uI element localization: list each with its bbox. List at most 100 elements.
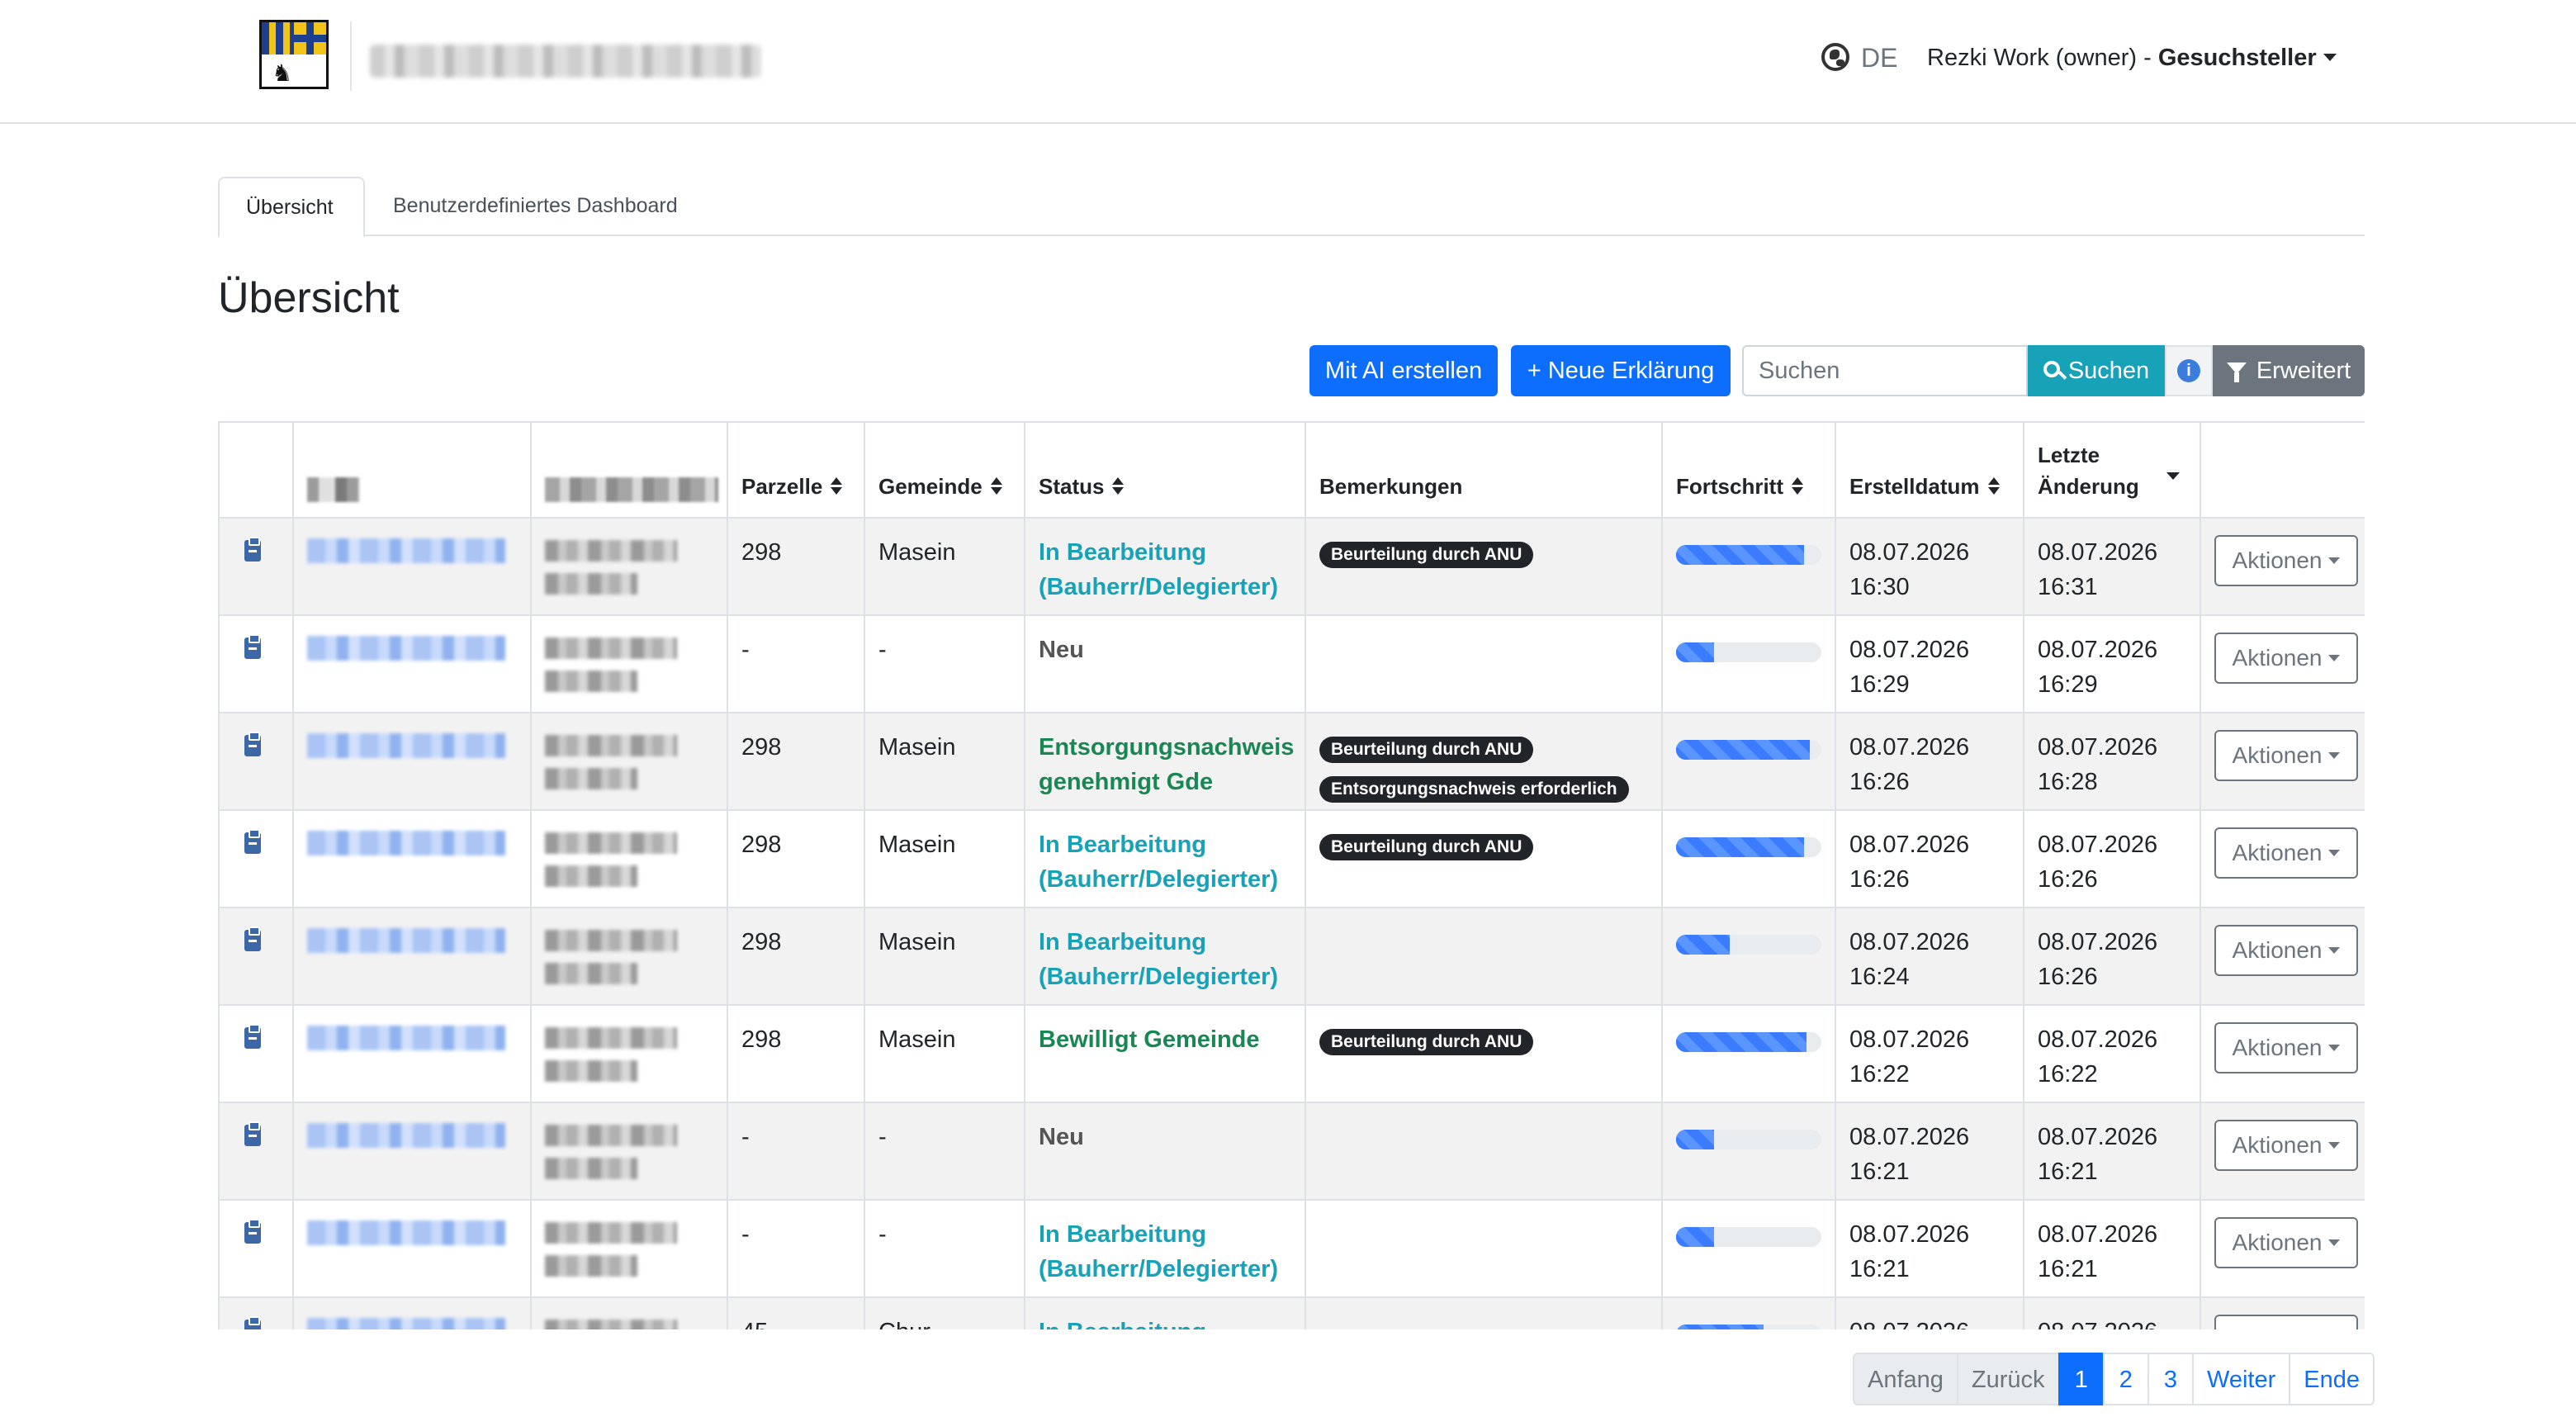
search-button-label: Suchen xyxy=(2067,358,2150,384)
status-line-1: In Bearbeitung xyxy=(1039,539,1207,566)
actions-dropdown-button[interactable]: Aktionen xyxy=(2214,633,2358,684)
user-menu[interactable]: Rezki Work (owner) - Gesuchsteller xyxy=(1927,41,2337,74)
page-last[interactable]: Ende xyxy=(2289,1353,2375,1405)
col-parzelle[interactable]: Parzelle xyxy=(727,421,865,519)
col-gemeinde[interactable]: Gemeinde xyxy=(864,421,1025,519)
actions-label: Aktionen xyxy=(2232,645,2323,671)
clipboard-icon[interactable] xyxy=(244,537,261,562)
clipboard-icon[interactable] xyxy=(244,1219,261,1244)
col-bemerkungen: Bemerkungen xyxy=(1305,421,1663,519)
clipboard-icon[interactable] xyxy=(244,926,261,951)
search-input[interactable]: Suchen xyxy=(1742,345,2028,396)
redacted-link[interactable] xyxy=(307,1026,505,1050)
redacted-text xyxy=(545,832,677,854)
status-line-1: Neu xyxy=(1039,637,1084,663)
canton-logo[interactable]: ♞ xyxy=(259,20,329,89)
cell-gemeinde: - xyxy=(864,614,1025,713)
cell-status: In Bearbeitung (Bauherr/Delegierter) xyxy=(1024,907,1306,1006)
cell-icon xyxy=(218,907,294,1006)
chevron-down-icon xyxy=(2328,751,2341,759)
col-bemerkungen-label: Bemerkungen xyxy=(1319,474,1463,499)
cell-bemerkungen xyxy=(1305,1199,1663,1298)
clipboard-icon[interactable] xyxy=(244,1024,261,1049)
redacted-link[interactable] xyxy=(307,831,505,855)
actions-label: Aktionen xyxy=(2233,1327,2323,1329)
redacted-link[interactable] xyxy=(307,733,505,758)
cell-icon xyxy=(218,712,294,811)
redacted-text xyxy=(545,1222,677,1244)
chevron-down-icon xyxy=(2328,1239,2341,1246)
progress-fill xyxy=(1676,545,1804,565)
redacted-link[interactable] xyxy=(307,1220,505,1245)
clipboard-icon[interactable] xyxy=(244,1316,261,1329)
globe-icon[interactable] xyxy=(1821,43,1849,71)
page-first[interactable]: Anfang xyxy=(1853,1353,1958,1405)
chevron-down-icon xyxy=(2328,557,2341,564)
cell-bemerkungen xyxy=(1305,1296,1663,1329)
cell-gemeinde: Masein xyxy=(864,517,1025,616)
actions-dropdown-button[interactable]: Aktionen xyxy=(2214,1217,2358,1268)
new-declaration-button[interactable]: + Neue Erklärung xyxy=(1511,345,1731,396)
page-2[interactable]: 2 xyxy=(2102,1353,2149,1405)
tab-custom-dashboard[interactable]: Benutzerdefiniertes Dashboard xyxy=(367,177,704,236)
page-prev[interactable]: Zurück xyxy=(1956,1353,2060,1405)
ibex-icon: ♞ xyxy=(272,60,293,86)
page-1[interactable]: 1 xyxy=(2057,1353,2105,1405)
clipboard-icon[interactable] xyxy=(244,829,261,854)
col-letzte-aenderung[interactable]: Letzte Änderung xyxy=(2023,421,2201,519)
page-next[interactable]: Weiter xyxy=(2191,1353,2291,1405)
actions-dropdown-button[interactable]: Aktionen xyxy=(2214,730,2358,781)
redacted-link[interactable] xyxy=(307,538,505,563)
tab-overview[interactable]: Übersicht xyxy=(218,177,365,238)
page-3[interactable]: 3 xyxy=(2147,1353,2194,1405)
actions-dropdown-button[interactable]: Aktionen xyxy=(2214,1315,2358,1329)
actions-dropdown-button[interactable]: Aktionen xyxy=(2214,827,2358,879)
col-fortschritt[interactable]: Fortschritt xyxy=(1661,421,1836,519)
actions-dropdown-button[interactable]: Aktionen xyxy=(2214,535,2358,586)
changed-2: 16:26 xyxy=(2038,964,2098,990)
cell-redacted-text xyxy=(530,1102,728,1201)
table-row: - - Neu 08.07.2026 16:21 08.07.2026 16:21 Aktio… xyxy=(218,1102,2365,1201)
extended-filter-button[interactable]: Erweitert xyxy=(2213,345,2365,396)
search-info-button[interactable]: i xyxy=(2165,345,2213,396)
remark-badge: Beurteilung durch ANU xyxy=(1319,737,1534,763)
status-2: (Bauherr/Delegierter) xyxy=(1039,866,1279,893)
col-status[interactable]: Status xyxy=(1024,421,1306,519)
changed-2: 16:21 xyxy=(2038,1159,2098,1185)
cell-parzelle: 298 xyxy=(727,907,865,1006)
redacted-text xyxy=(545,573,637,595)
created-2: 16:22 xyxy=(1849,1061,1910,1088)
redacted-link[interactable] xyxy=(307,636,505,661)
status-text: Entsorgungsnachweis genehmigt Gde xyxy=(1039,734,1294,795)
changed-date: 08.07.2026 xyxy=(2038,1124,2158,1150)
language-switch[interactable]: DE xyxy=(1861,41,1897,74)
logo-quarter-cross xyxy=(294,22,326,54)
status-text: In Bearbeitung (Bauherr/Delegierter) xyxy=(1039,539,1278,600)
redacted-link[interactable] xyxy=(307,1123,505,1148)
col-erstelldatum[interactable]: Erstelldatum xyxy=(1835,421,2024,519)
cell-erstelldatum: 08.07.2026 16:26 xyxy=(1835,809,2024,908)
actions-dropdown-button[interactable]: Aktionen xyxy=(2214,1022,2358,1073)
clipboard-icon[interactable] xyxy=(244,732,261,756)
redacted-link[interactable] xyxy=(307,928,505,953)
clipboard-icon[interactable] xyxy=(244,634,261,659)
cell-icon xyxy=(218,614,294,713)
clipboard-icon[interactable] xyxy=(244,1121,261,1146)
status-line-1: Entsorgungsnachweis xyxy=(1039,734,1295,761)
status-2: (Bauherr/Delegierter) xyxy=(1039,574,1279,600)
cell-parzelle: 298 xyxy=(727,1004,865,1103)
created-2: 16:26 xyxy=(1849,866,1910,893)
actions-dropdown-button[interactable]: Aktionen xyxy=(2214,1120,2358,1171)
create-with-ai-button[interactable]: Mit AI erstellen xyxy=(1309,345,1498,396)
redacted-text xyxy=(545,540,677,562)
search-button[interactable]: Suchen xyxy=(2028,345,2165,396)
redacted-text xyxy=(545,1125,677,1146)
sort-icon xyxy=(1987,477,2000,495)
created-2: 16:21 xyxy=(1849,1159,1910,1185)
progress-fill xyxy=(1676,1325,1764,1329)
actions-dropdown-button[interactable]: Aktionen xyxy=(2214,925,2358,976)
table-row: - - Neu 08.07.2026 16:29 08.07.2026 16:29 Aktio… xyxy=(218,614,2365,713)
col-icon xyxy=(218,421,294,519)
redacted-text xyxy=(545,930,677,951)
redacted-link[interactable] xyxy=(307,1318,505,1329)
